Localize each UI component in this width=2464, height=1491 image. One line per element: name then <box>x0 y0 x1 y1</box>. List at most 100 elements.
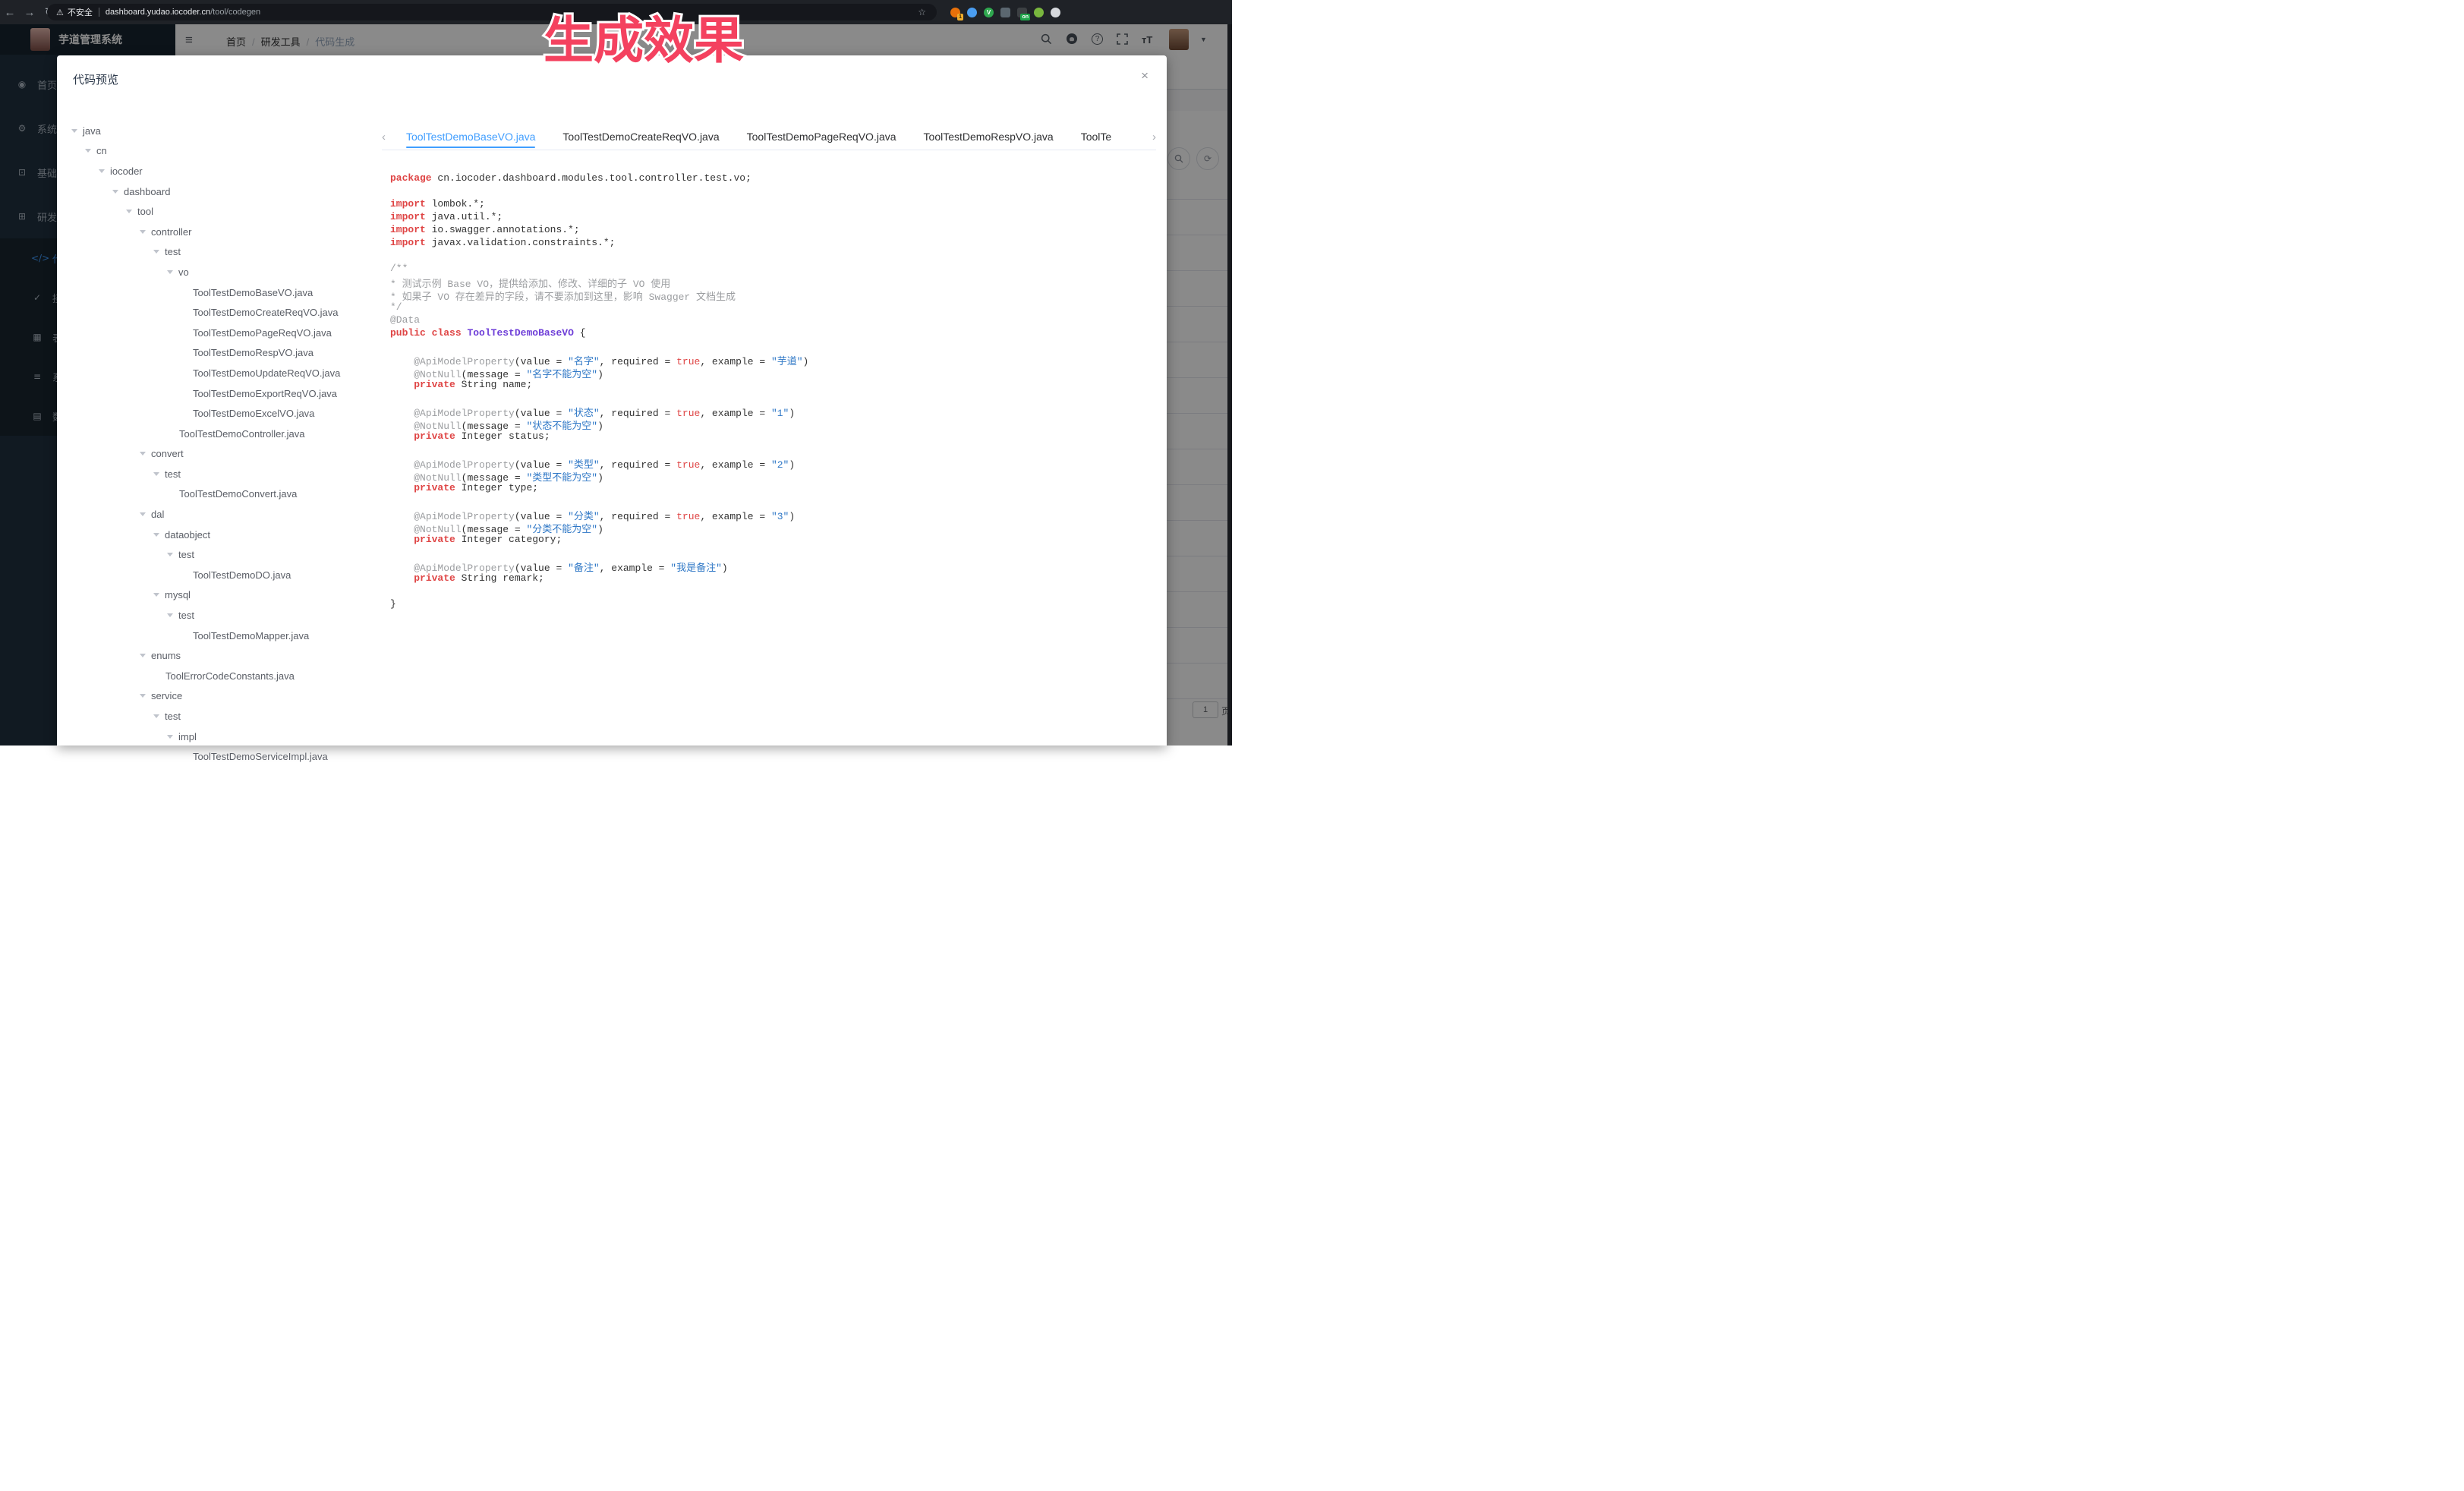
tree-label: java <box>83 125 101 137</box>
tree-folder[interactable]: dashboard <box>57 181 383 202</box>
tree-file[interactable]: ToolTestDemoPageReqVO.java <box>57 323 383 343</box>
code-tab[interactable]: ToolTestDemoPageReqVO.java <box>747 131 896 143</box>
code-line: @NotNull(message = "状态不能为空") <box>390 418 1159 430</box>
caret-down-icon <box>153 714 159 718</box>
tree-label: ToolErrorCodeConstants.java <box>165 670 295 682</box>
tree-folder[interactable]: test <box>57 706 383 727</box>
tree-file[interactable]: ToolTestDemoCreateReqVO.java <box>57 302 383 323</box>
extension-puzzle-icon[interactable] <box>1051 8 1060 17</box>
extension-orange-icon[interactable]: 1 <box>950 8 960 17</box>
tree-folder[interactable]: iocoder <box>57 161 383 181</box>
tree-file[interactable]: ToolTestDemoDO.java <box>57 565 383 585</box>
code-line <box>390 250 1159 263</box>
tree-label: test <box>178 610 194 621</box>
code-line: private Integer status; <box>390 430 1159 443</box>
tree-label: tool <box>137 206 153 217</box>
annotation-text: 生成效果 <box>544 12 744 68</box>
extension-switch-on-icon[interactable]: on <box>1017 8 1027 17</box>
code-line: } <box>390 598 1159 611</box>
file-tree: java cniocoderdashboard tool controller test… <box>57 121 383 767</box>
extension-green-v-icon[interactable]: V <box>984 8 994 17</box>
tree-folder[interactable]: controller <box>57 222 383 242</box>
caret-down-icon <box>140 452 146 455</box>
tree-label: ToolTestDemoRespVO.java <box>193 347 314 358</box>
tree-folder[interactable]: test <box>57 544 383 565</box>
code-line: import lombok.*; <box>390 198 1159 211</box>
chevron-left-icon[interactable]: ‹ <box>382 131 392 143</box>
code-tab[interactable]: ToolTestDemoBaseVO.java <box>406 131 535 143</box>
caret-down-icon <box>99 169 105 173</box>
url-path: /tool/codegen <box>210 8 260 17</box>
tree-folder[interactable]: java <box>57 121 383 141</box>
code-line: public class ToolTestDemoBaseVO { <box>390 327 1159 340</box>
code-tabs: ‹ ToolTestDemoBaseVO.java ToolTestDemoCre… <box>382 125 1156 148</box>
code-tab[interactable]: ToolTe <box>1081 131 1114 143</box>
code-line: * 测试示例 Base VO，提供给添加、修改、详细的子 VO 使用 <box>390 276 1159 288</box>
code-line: */ <box>390 301 1159 314</box>
extension-blue-drop-icon[interactable] <box>967 8 977 17</box>
tree-label: ToolTestDemoConvert.java <box>179 488 297 500</box>
tree-folder[interactable]: cn <box>57 141 383 162</box>
badge: 1 <box>957 14 963 20</box>
tree-folder[interactable]: test <box>57 464 383 484</box>
extension-diamond-icon[interactable] <box>1000 8 1010 17</box>
code-line: private String name; <box>390 379 1159 392</box>
tree-folder[interactable]: dal <box>57 504 383 525</box>
tree-file[interactable]: ToolTestDemoBaseVO.java <box>57 282 383 303</box>
caret-down-icon <box>71 129 77 133</box>
code-line: import javax.validation.constraints.*; <box>390 237 1159 250</box>
tree-label: ToolTestDemoCreateReqVO.java <box>193 307 338 318</box>
tree-file[interactable]: ToolTestDemoController.java <box>57 424 383 444</box>
tree-label: impl <box>178 731 197 742</box>
tree-file[interactable]: ToolTestDemoExportReqVO.java <box>57 383 383 404</box>
forward-icon[interactable]: → <box>20 6 39 19</box>
tree-folder[interactable]: service <box>57 686 383 707</box>
caret-down-icon <box>140 230 146 234</box>
tree-label: ToolTestDemoUpdateReqVO.java <box>193 367 340 379</box>
tree-label: test <box>165 246 181 257</box>
caret-down-icon <box>112 190 118 194</box>
code-preview-dialog: 代码预览 × javacniocoderdashboardtoolcontrol… <box>57 55 1167 746</box>
chevron-right-icon[interactable]: › <box>1145 131 1156 143</box>
tree-file[interactable]: ToolTestDemoConvert.java <box>57 484 383 505</box>
url-domain: dashboard.yudao.iocoder.cn <box>106 8 210 17</box>
caret-down-icon <box>153 472 159 476</box>
code-line: @ApiModelProperty(value = "分类", required… <box>390 508 1159 521</box>
extension-plant-icon[interactable] <box>1034 8 1044 17</box>
tree-folder[interactable]: convert <box>57 444 383 465</box>
tree-folder[interactable]: enums <box>57 645 383 666</box>
tree-label: test <box>165 468 181 480</box>
tree-folder[interactable]: test <box>57 605 383 626</box>
back-icon[interactable]: ← <box>0 6 20 19</box>
code-line: package cn.iocoder.dashboard.modules.too… <box>390 172 1159 185</box>
tree-folder[interactable]: tool <box>57 201 383 222</box>
extension-row: 1 Von <box>944 0 1060 24</box>
security-label[interactable]: 不安全 <box>68 6 93 18</box>
caret-down-icon <box>140 694 146 698</box>
tree-file[interactable]: ToolTestDemoUpdateReqVO.java <box>57 363 383 383</box>
code-tab[interactable]: ToolTestDemoRespVO.java <box>924 131 1054 143</box>
code-line: @Data <box>390 314 1159 327</box>
close-icon[interactable]: × <box>1141 69 1149 82</box>
tree-label: ToolTestDemoDO.java <box>193 569 291 581</box>
code-line: private Integer category; <box>390 534 1159 547</box>
tree-file[interactable]: ToolTestDemoExcelVO.java <box>57 403 383 424</box>
tree-folder[interactable]: dataobject <box>57 525 383 545</box>
code-line: @ApiModelProperty(value = "状态", required… <box>390 405 1159 418</box>
tree-folder[interactable]: vo <box>57 262 383 282</box>
tree-folder[interactable]: mysql <box>57 585 383 606</box>
code-line: import io.swagger.annotations.*; <box>390 224 1159 237</box>
warning-icon[interactable]: ⚠ <box>56 8 64 17</box>
tree-label: test <box>165 711 181 722</box>
tree-label: dal <box>151 509 164 520</box>
tree-file[interactable]: ToolTestDemoRespVO.java <box>57 343 383 364</box>
tree-file[interactable]: ToolErrorCodeConstants.java <box>57 666 383 686</box>
tree-file[interactable]: ToolTestDemoServiceImpl.java <box>57 746 383 767</box>
tree-folder[interactable]: impl <box>57 727 383 747</box>
code-tab[interactable]: ToolTestDemoCreateReqVO.java <box>562 131 719 143</box>
tree-folder[interactable]: test <box>57 242 383 263</box>
tree-file[interactable]: ToolTestDemoMapper.java <box>57 626 383 646</box>
code-line <box>390 585 1159 598</box>
code-line: * 如果子 VO 存在差异的字段，请不要添加到这里，影响 Swagger 文档生… <box>390 288 1159 301</box>
bookmark-star-icon[interactable]: ☆ <box>918 7 926 17</box>
